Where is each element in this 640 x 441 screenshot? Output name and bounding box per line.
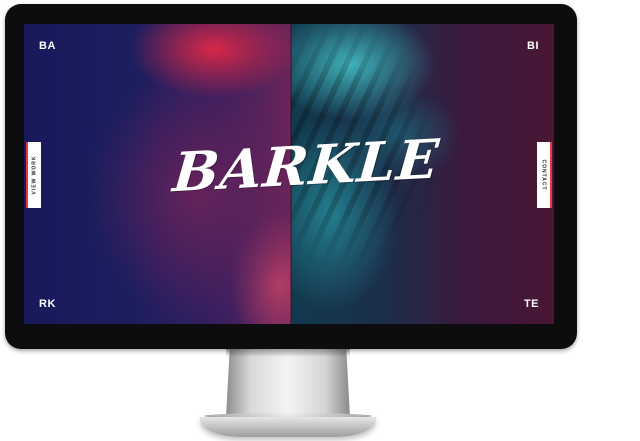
contact-tab[interactable]: CONTACT bbox=[537, 142, 550, 208]
stand-shadow bbox=[226, 349, 350, 357]
corner-label-top-right: BI bbox=[527, 40, 539, 52]
contact-label: CONTACT bbox=[540, 159, 547, 191]
corner-label-top-left: BA bbox=[39, 40, 56, 52]
view-work-label: VIEW WORK bbox=[31, 155, 38, 195]
view-work-tab[interactable]: VIEW WORK bbox=[28, 142, 41, 208]
brand-logo-text: BARKLE bbox=[170, 126, 443, 205]
monitor-stand-neck bbox=[226, 349, 350, 417]
monitor-frame: BA BI RK TE VIEW WORK CONTACT BARKLE bbox=[5, 4, 577, 349]
website-screen: BA BI RK TE VIEW WORK CONTACT BARKLE bbox=[24, 24, 554, 324]
monitor-base bbox=[200, 417, 376, 437]
corner-label-bottom-right: TE bbox=[523, 298, 539, 310]
corner-label-bottom-left: RK bbox=[39, 298, 56, 310]
